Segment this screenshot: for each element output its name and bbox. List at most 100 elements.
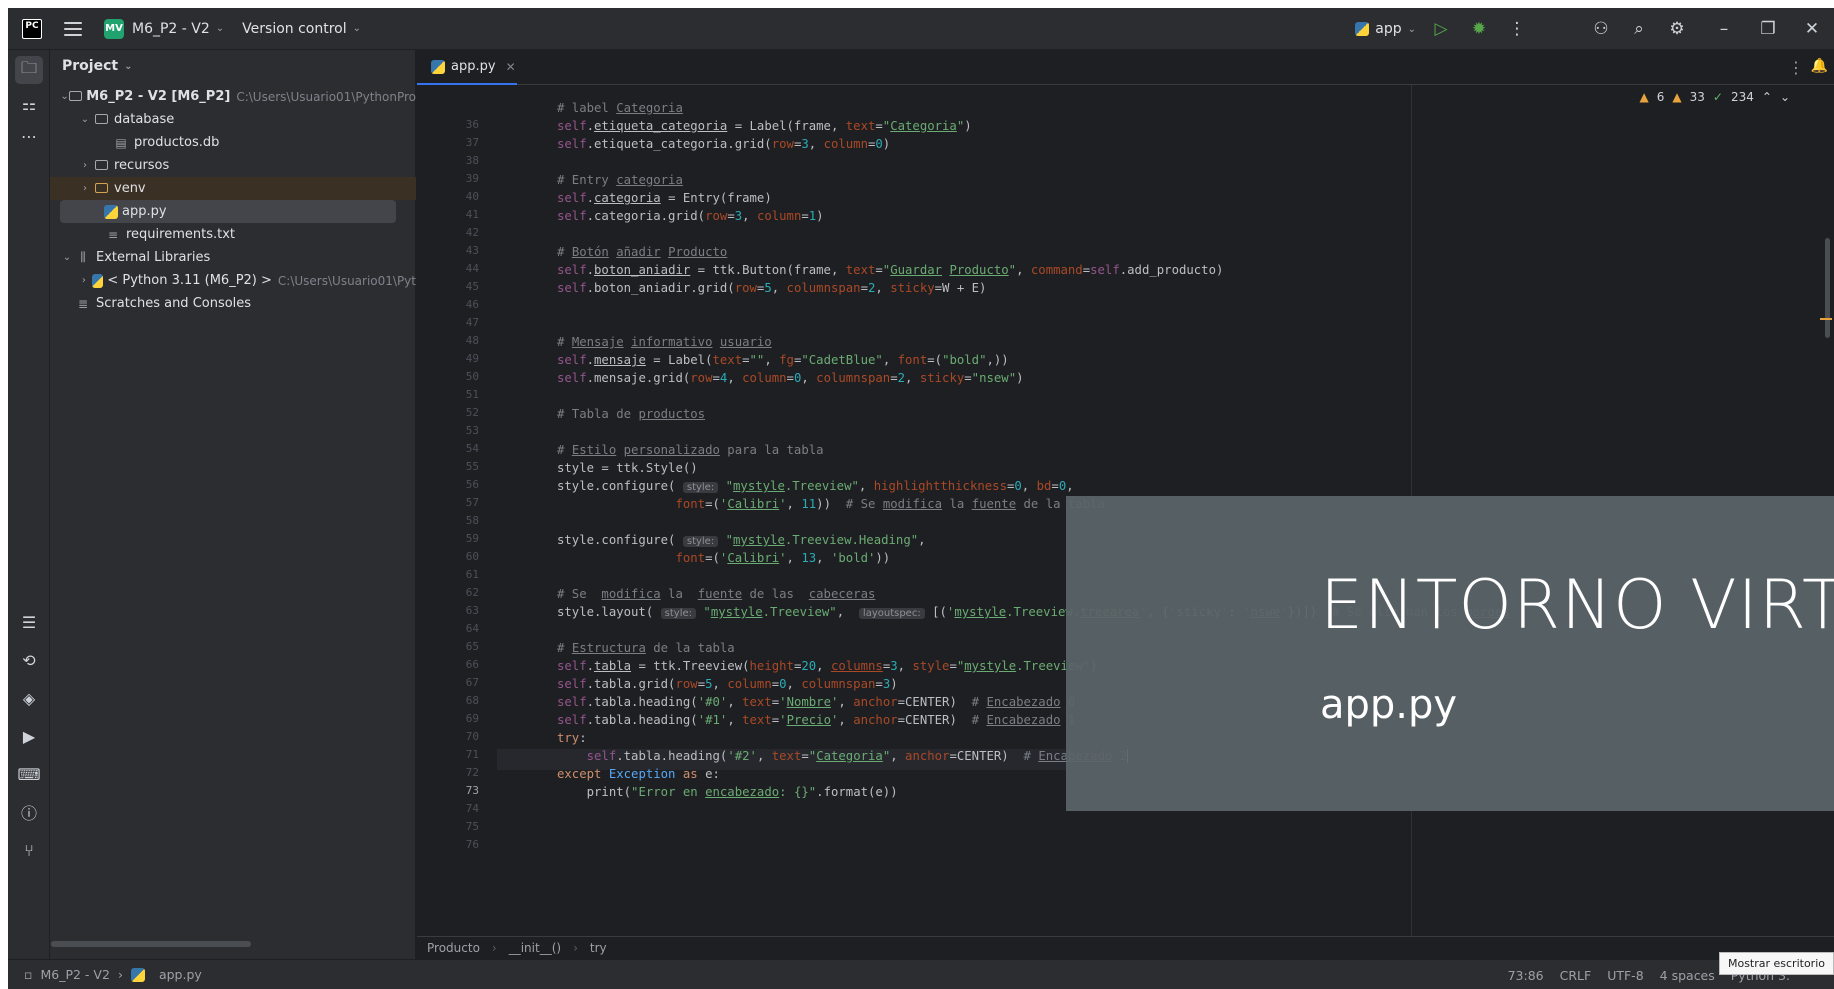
line-number[interactable]: 68 bbox=[466, 694, 479, 707]
more-icon[interactable]: ⋯ bbox=[15, 122, 43, 150]
line-number[interactable]: 44 bbox=[466, 262, 479, 275]
line-number[interactable]: 63 bbox=[466, 604, 479, 617]
status-file[interactable]: app.py bbox=[159, 967, 202, 982]
git-icon[interactable]: ⑂ bbox=[15, 836, 43, 864]
tree-item-app-py[interactable]: app.py bbox=[60, 200, 396, 223]
tree-item-requirements[interactable]: ≡ requirements.txt bbox=[50, 223, 416, 246]
line-number[interactable]: 51 bbox=[466, 388, 479, 401]
scrollbar-warning-marker[interactable] bbox=[1820, 318, 1832, 320]
project-panel-header[interactable]: Project ⌄ bbox=[50, 50, 415, 82]
line-number[interactable]: 54 bbox=[466, 442, 479, 455]
line-number[interactable]: 56 bbox=[466, 478, 479, 491]
bell-icon[interactable]: 🔔 bbox=[1811, 58, 1828, 74]
line-number[interactable]: 48 bbox=[466, 334, 479, 347]
bookmarks-icon[interactable]: ☰ bbox=[15, 608, 43, 636]
line-number[interactable]: 76 bbox=[466, 838, 479, 851]
add-user-icon[interactable]: ⚇ bbox=[1582, 8, 1620, 50]
line-number[interactable]: 75 bbox=[466, 820, 479, 833]
line-number[interactable]: 61 bbox=[466, 568, 479, 581]
debug-icon[interactable]: ✹ bbox=[1460, 8, 1498, 50]
line-number[interactable]: 42 bbox=[466, 226, 479, 239]
line-number[interactable]: 72 bbox=[466, 766, 479, 779]
layers-icon[interactable]: ◈ bbox=[15, 684, 43, 712]
terminal-icon[interactable]: ⌨ bbox=[15, 760, 43, 788]
restore-icon[interactable]: ❐ bbox=[1746, 8, 1790, 50]
tree-item-label: recursos bbox=[114, 158, 170, 173]
line-number[interactable]: 39 bbox=[466, 172, 479, 185]
code-line: # Estilo personalizado para la tabla bbox=[557, 443, 824, 457]
line-number[interactable]: 71 bbox=[466, 748, 479, 761]
video-title-overlay: ENTORNO VIRTU app.py bbox=[1066, 496, 1834, 811]
status-project[interactable]: M6_P2 - V2 bbox=[40, 967, 109, 982]
line-number[interactable]: 64 bbox=[466, 622, 479, 635]
line-number[interactable]: 43 bbox=[466, 244, 479, 257]
tree-item-project-root[interactable]: ⌄ M6_P2 - V2 [M6_P2] C:\Users\Usuario01\… bbox=[50, 85, 416, 108]
caret-position[interactable]: 73:86 bbox=[1508, 968, 1544, 983]
line-number[interactable]: 46 bbox=[466, 298, 479, 311]
line-number[interactable]: 60 bbox=[466, 550, 479, 563]
line-number[interactable]: 65 bbox=[466, 640, 479, 653]
tree-item-venv[interactable]: › venv bbox=[50, 177, 416, 200]
breadcrumb-item[interactable]: Producto bbox=[427, 941, 480, 955]
line-number[interactable]: 36 bbox=[466, 118, 479, 131]
overlay-subtitle: app.py bbox=[1320, 682, 1458, 728]
run-icon[interactable]: ▷ bbox=[1422, 8, 1460, 50]
tree-item-python-sdk[interactable]: › < Python 3.11 (M6_P2) > C:\Users\Usuar… bbox=[50, 269, 416, 292]
search-icon[interactable]: ⌕ bbox=[1620, 8, 1658, 50]
close-icon[interactable]: ✕ bbox=[506, 60, 516, 74]
line-number[interactable]: 55 bbox=[466, 460, 479, 473]
hamburger-icon[interactable] bbox=[64, 21, 82, 36]
more-icon[interactable]: ⋮ bbox=[1788, 58, 1804, 77]
project-badge[interactable]: MV bbox=[104, 18, 124, 39]
line-number[interactable]: 53 bbox=[466, 424, 479, 437]
services-icon[interactable]: ▶ bbox=[15, 722, 43, 750]
line-number[interactable]: 67 bbox=[466, 676, 479, 689]
file-encoding[interactable]: UTF-8 bbox=[1607, 968, 1643, 983]
line-number[interactable]: 40 bbox=[466, 190, 479, 203]
close-icon[interactable]: ✕ bbox=[1790, 8, 1834, 50]
line-number[interactable]: 66 bbox=[466, 658, 479, 671]
tree-item-recursos[interactable]: › recursos bbox=[50, 154, 416, 177]
line-number[interactable]: 41 bbox=[466, 208, 479, 221]
tree-item-scratches[interactable]: ≣ Scratches and Consoles bbox=[50, 292, 416, 315]
line-separator[interactable]: CRLF bbox=[1560, 968, 1592, 983]
problems-icon[interactable]: ⓘ bbox=[15, 798, 43, 826]
line-number[interactable]: 38 bbox=[466, 154, 479, 167]
line-number[interactable]: 37 bbox=[466, 136, 479, 149]
tree-item-label: External Libraries bbox=[96, 250, 211, 265]
library-icon: ⫼ bbox=[80, 250, 86, 264]
project-switcher[interactable]: M6_P2 - V2 ⌄ bbox=[124, 21, 224, 37]
settings-icon[interactable]: ⚙ bbox=[1658, 8, 1696, 50]
structure-icon[interactable]: ⚏ bbox=[15, 90, 43, 118]
line-number[interactable]: 59 bbox=[466, 532, 479, 545]
line-number[interactable]: 58 bbox=[466, 514, 479, 527]
tree-item-database[interactable]: ⌄ database bbox=[50, 108, 416, 131]
version-control-menu[interactable]: Version control ⌄ bbox=[242, 21, 361, 37]
more-icon[interactable]: ⋮ bbox=[1498, 8, 1536, 50]
breadcrumb-item[interactable]: try bbox=[590, 941, 607, 955]
vertical-scrollbar[interactable] bbox=[1825, 238, 1830, 338]
minimize-icon[interactable]: – bbox=[1702, 8, 1746, 50]
tab-app-py[interactable]: app.py ✕ bbox=[417, 50, 517, 85]
breadcrumb-item[interactable]: __init__() bbox=[509, 941, 561, 955]
line-number[interactable]: 70 bbox=[466, 730, 479, 743]
tree-item-external-libraries[interactable]: ⌄ ⫼ External Libraries bbox=[50, 246, 416, 269]
line-number[interactable]: 47 bbox=[466, 316, 479, 329]
run-config-selector[interactable]: app ⌄ bbox=[1355, 21, 1416, 37]
folder-icon[interactable]: 🗀 bbox=[15, 56, 43, 84]
horizontal-scrollbar[interactable] bbox=[51, 941, 251, 947]
line-number[interactable]: 50 bbox=[466, 370, 479, 383]
tree-item-productos-db[interactable]: ▤ productos.db bbox=[50, 131, 416, 154]
indent-setting[interactable]: 4 spaces bbox=[1660, 968, 1715, 983]
tree-item-label: app.py bbox=[122, 204, 167, 219]
line-number[interactable]: 74 bbox=[466, 802, 479, 815]
line-number[interactable]: 69 bbox=[466, 712, 479, 725]
line-number[interactable]: 73 bbox=[466, 784, 479, 797]
line-number[interactable]: 45 bbox=[466, 280, 479, 293]
python-file-icon bbox=[431, 59, 445, 74]
line-number[interactable]: 57 bbox=[466, 496, 479, 509]
line-number[interactable]: 49 bbox=[466, 352, 479, 365]
line-number[interactable]: 52 bbox=[466, 406, 479, 419]
line-number[interactable]: 62 bbox=[466, 586, 479, 599]
python-packages-icon[interactable]: ⟲ bbox=[15, 646, 43, 674]
